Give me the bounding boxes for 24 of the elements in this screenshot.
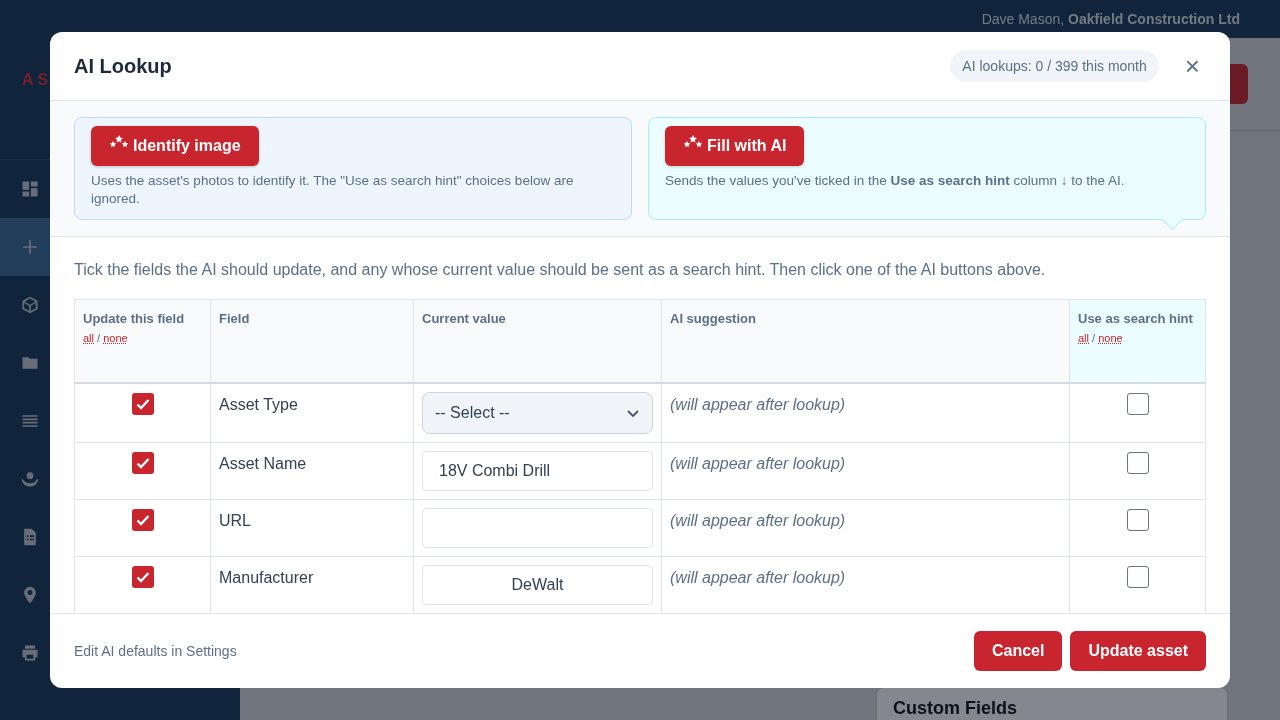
field-name: Asset Type — [219, 395, 299, 414]
link-separator: / — [97, 332, 101, 344]
column-header: Current value — [413, 299, 662, 383]
column-header: Use as search hint all / none — [1069, 299, 1206, 383]
section-heading: Custom Fields — [893, 698, 1018, 719]
dialog-title: AI Lookup — [74, 54, 173, 78]
link-separator: / — [1092, 332, 1096, 344]
field-name: URL — [219, 511, 252, 530]
action-description: Sends the values you've ticked in the Use as search hint column ↓ to the AI. — [665, 172, 1126, 190]
field-name: Manufacturer — [219, 568, 315, 587]
logo-text: AS — [22, 70, 53, 89]
ai-suggestion: (will appear after lookup) — [670, 511, 847, 530]
column-header: AI suggestion — [661, 299, 1070, 383]
instructions-text: Tick the fields the AI should update, and any whose current value should be sent as a search hint. Then click one of the AI buttons above. — [74, 261, 1047, 279]
ai-suggestion: (will appear after lookup) — [670, 568, 847, 587]
usage-badge: AI lookups: 0 / 399 this month — [950, 50, 1159, 82]
ai-suggestion: (will appear after lookup) — [670, 454, 847, 473]
user-name: Dave Mason, — [981, 11, 1065, 27]
company-name: Oakfield Construction Ltd — [1068, 11, 1240, 27]
column-header: Update this field all / none — [74, 299, 211, 383]
action-description: Uses the asset's photos to identify it. The "Use as search hint" choices below are ignored. — [91, 172, 575, 208]
field-name: Asset Name — [219, 454, 308, 473]
ai-suggestion: (will appear after lookup) — [670, 395, 847, 414]
column-header: Field — [210, 299, 414, 383]
